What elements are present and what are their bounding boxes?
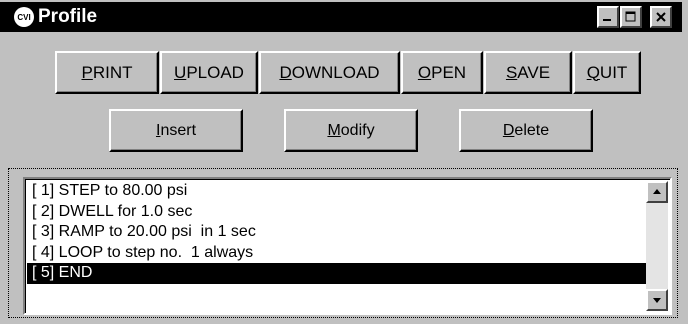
download-mnemonic: D xyxy=(279,62,292,82)
insert-button[interactable]: Insert xyxy=(109,109,243,152)
print-label: RINT xyxy=(92,62,133,82)
minimize-button[interactable] xyxy=(597,6,619,28)
download-button[interactable]: D OWNLOAD xyxy=(259,51,400,94)
modify-mnemonic: M xyxy=(327,121,341,139)
open-button[interactable]: O PEN xyxy=(401,51,483,94)
arrow-up-icon xyxy=(653,189,661,194)
quit-mnemonic: Q xyxy=(586,62,600,82)
print-button[interactable]: P RINT xyxy=(55,51,159,94)
close-button[interactable] xyxy=(650,6,672,28)
app-icon[interactable]: CVI xyxy=(14,7,34,27)
scroll-up-button[interactable] xyxy=(646,181,668,203)
download-label: OWNLOAD xyxy=(291,62,380,82)
arrow-down-icon xyxy=(653,298,661,303)
save-label: AVE xyxy=(517,62,551,82)
delete-mnemonic: D xyxy=(502,121,515,139)
list-item[interactable]: [ 3] RAMP to 20.00 psi in 1 sec xyxy=(27,222,648,243)
close-icon xyxy=(656,12,666,22)
list-item[interactable]: [ 5] END xyxy=(27,263,648,284)
profile-window: CVI Profile P RINT U PLOAD D OWNLOAD O PEN S… xyxy=(0,0,688,324)
modify-button[interactable]: Modify xyxy=(284,109,418,152)
maximize-button[interactable] xyxy=(620,6,642,28)
open-label: PEN xyxy=(431,62,467,82)
upload-button[interactable]: U PLOAD xyxy=(160,51,258,94)
modify-label: odify xyxy=(340,121,375,139)
insert-label: nsert xyxy=(160,121,197,139)
save-mnemonic: S xyxy=(505,62,518,82)
list-item[interactable]: [ 4] LOOP to step no. 1 always xyxy=(27,243,648,264)
delete-button[interactable]: Delete xyxy=(459,109,593,152)
title-bar[interactable]: CVI Profile xyxy=(0,2,682,32)
list-item[interactable]: [ 2] DWELL for 1.0 sec xyxy=(27,202,648,223)
minimize-icon xyxy=(603,19,611,21)
upload-label: PLOAD xyxy=(186,62,244,82)
list-item[interactable]: [ 1] STEP to 80.00 psi xyxy=(27,181,648,202)
profile-steps-list[interactable]: [ 1] STEP to 80.00 psi [ 2] DWELL for 1.… xyxy=(23,177,672,315)
save-button[interactable]: S AVE xyxy=(484,51,572,94)
print-mnemonic: P xyxy=(81,62,93,82)
open-mnemonic: O xyxy=(417,62,432,82)
quit-label: UIT xyxy=(599,62,628,82)
delete-label: elete xyxy=(514,121,550,139)
maximize-icon xyxy=(625,11,636,22)
window-title: Profile xyxy=(38,6,98,27)
vertical-scrollbar[interactable] xyxy=(646,181,668,311)
quit-button[interactable]: Q UIT xyxy=(573,51,641,94)
steps-list-items: [ 1] STEP to 80.00 psi [ 2] DWELL for 1.… xyxy=(27,181,648,284)
upload-mnemonic: U xyxy=(174,62,187,82)
scroll-down-button[interactable] xyxy=(646,289,668,311)
